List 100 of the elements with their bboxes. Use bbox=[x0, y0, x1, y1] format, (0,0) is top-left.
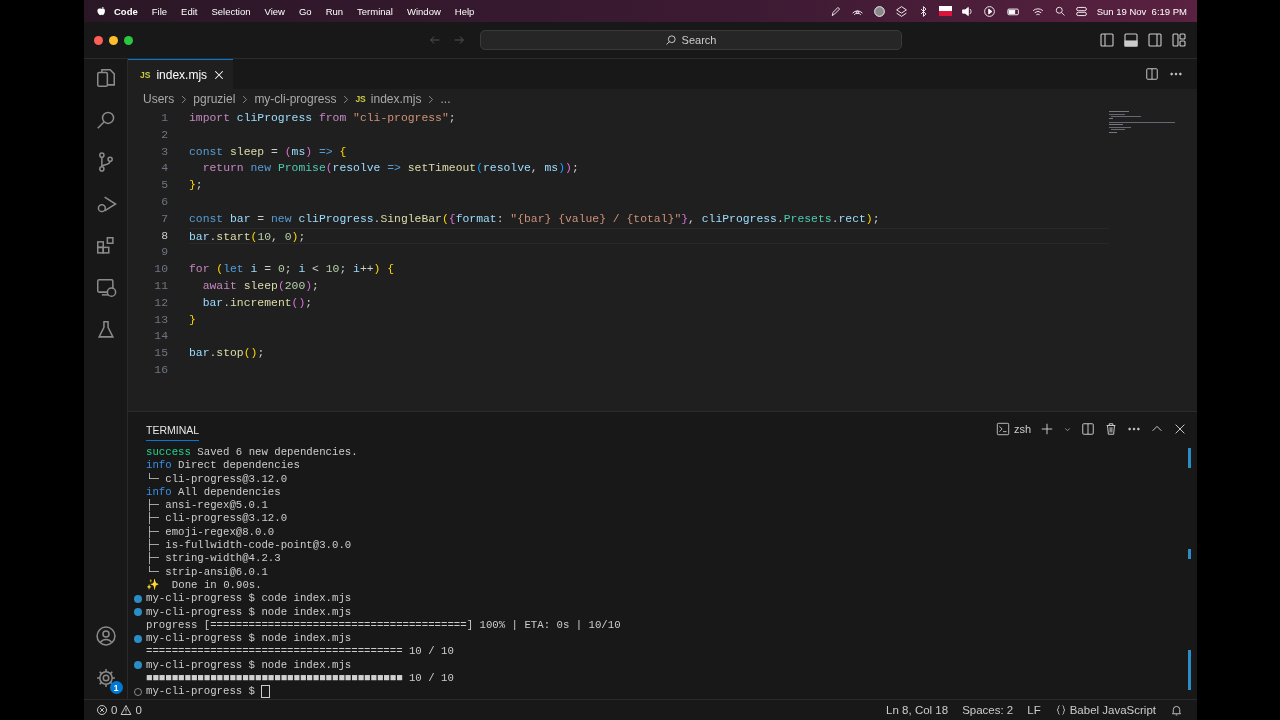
play-icon[interactable] bbox=[982, 4, 996, 18]
files-icon[interactable] bbox=[94, 67, 117, 89]
line-number: 16 bbox=[154, 362, 169, 378]
menu-item[interactable]: Run bbox=[318, 5, 351, 17]
menu-item[interactable]: Go bbox=[291, 5, 319, 17]
terminal-line: progress [========================================] 100% | ETA: 0s | 10/10 bbox=[146, 618, 621, 633]
problems-indicator[interactable]: 0 0 bbox=[96, 704, 142, 716]
pen-icon[interactable] bbox=[828, 4, 842, 18]
code-line: const sleep = (ms) => { bbox=[189, 144, 347, 160]
terminal-line: ├─ ansi-regex@5.0.1 bbox=[146, 499, 268, 513]
notification-badge: 1 bbox=[109, 681, 123, 694]
success-dot bbox=[134, 608, 142, 617]
success-dot bbox=[134, 594, 142, 603]
terminal-line: ├─ is-fullwidth-code-point@3.0.0 bbox=[146, 539, 352, 553]
success-dot bbox=[134, 661, 142, 670]
status-item[interactable]: Ln 8, Col 18 bbox=[886, 704, 949, 716]
terminal-line: info Direct dependencies bbox=[146, 459, 300, 473]
success-dot bbox=[134, 634, 142, 643]
breadcrumb-item[interactable]: pgruziel bbox=[193, 92, 236, 106]
menu-item[interactable]: Selection bbox=[204, 5, 258, 17]
line-number: 14 bbox=[154, 329, 169, 345]
terminal-line: └─ strip-ansi@6.0.1 bbox=[146, 565, 268, 579]
trash-icon[interactable] bbox=[1104, 422, 1118, 436]
search-icon[interactable] bbox=[1053, 5, 1066, 17]
zoom-window-button[interactable] bbox=[124, 35, 133, 45]
terminal-line: ├─ cli-progress@3.12.0 bbox=[146, 512, 288, 525]
line-number: 1 bbox=[161, 111, 169, 126]
close-icon[interactable] bbox=[213, 68, 226, 81]
code-line: } bbox=[189, 312, 196, 328]
menu-item[interactable]: View bbox=[257, 5, 292, 17]
minimize-window-button[interactable] bbox=[109, 35, 118, 45]
menu-item[interactable]: Window bbox=[400, 5, 448, 17]
extensions-icon[interactable] bbox=[94, 235, 117, 257]
plus-icon[interactable] bbox=[1040, 422, 1054, 436]
minimap-drawing[interactable] bbox=[1109, 111, 1175, 133]
terminal-line: └─ cli-progress@3.12.0 bbox=[146, 472, 288, 486]
toggle-icon[interactable] bbox=[1074, 4, 1088, 18]
terminal-line: success Saved 6 new dependencies. bbox=[146, 446, 358, 460]
code-line: for (let i = 0; i < 10; i++) { bbox=[189, 262, 395, 278]
layers-icon[interactable] bbox=[894, 4, 908, 18]
code-line: const bar = new cliProgress.SingleBar({format: "{bar} {value} / {total}"}, cliProgress.Presets.rect); bbox=[189, 211, 880, 227]
breadcrumb-item[interactable]: ... bbox=[440, 92, 451, 106]
breadcrumb-item[interactable]: JS index.mjs bbox=[355, 92, 422, 106]
error-count: 0 bbox=[111, 704, 118, 716]
terminal-line: my-cli-progress $ node index.mjs bbox=[146, 658, 352, 673]
line-number: 10 bbox=[154, 262, 169, 278]
terminal-line: my-cli-progress $ node index.mjs bbox=[146, 605, 352, 619]
breadcrumb-item[interactable]: my-cli-progress bbox=[254, 92, 337, 106]
terminal-selector[interactable]: zsh bbox=[995, 422, 1031, 436]
status-item[interactable]: LF bbox=[1027, 704, 1041, 716]
code-line: }; bbox=[189, 178, 203, 194]
warning-count: 0 bbox=[135, 704, 142, 716]
editor-tab[interactable]: JS index.mjs bbox=[128, 59, 234, 89]
app-menu[interactable]: Code bbox=[107, 5, 145, 17]
braces-icon bbox=[1054, 704, 1067, 716]
code-line: bar.increment(); bbox=[201, 295, 313, 311]
language-mode[interactable]: Babel JavaScript bbox=[1054, 704, 1156, 716]
code-line: bar.start(10, 0); bbox=[189, 229, 306, 244]
code-line: import cliProgress from "cli-progress"; bbox=[189, 111, 456, 126]
menu-item[interactable]: Terminal bbox=[350, 5, 400, 17]
account-icon[interactable] bbox=[94, 625, 117, 647]
secondary-sidebar-icon[interactable] bbox=[1147, 32, 1163, 48]
terminal-line: my-cli-progress $ bbox=[146, 685, 257, 699]
line-number: 2 bbox=[161, 127, 169, 143]
bell-icon[interactable] bbox=[1170, 703, 1183, 717]
apple-icon[interactable] bbox=[96, 5, 107, 17]
sidebar-toggle-icon[interactable] bbox=[1099, 32, 1115, 48]
breadcrumb-item[interactable]: Users bbox=[143, 92, 175, 106]
split-editor-icon[interactable] bbox=[1145, 67, 1159, 81]
panel-tab[interactable]: TERMINAL bbox=[146, 417, 200, 441]
menu-item[interactable]: File bbox=[144, 5, 175, 17]
close-window-button[interactable] bbox=[94, 35, 103, 45]
split-terminal-icon[interactable] bbox=[1081, 422, 1095, 436]
line-number: 11 bbox=[154, 278, 169, 294]
terminal-line: ✨ Done in 0.90s. bbox=[146, 578, 262, 593]
flag-icon[interactable] bbox=[938, 6, 952, 16]
settings-icon[interactable] bbox=[94, 667, 117, 689]
terminal-line: ├─ string-width@4.2.3 bbox=[146, 552, 281, 565]
layout-icon[interactable] bbox=[1171, 32, 1187, 48]
search-field[interactable]: Search bbox=[480, 30, 902, 50]
terminal-line: ■■■■■■■■■■■■■■■■■■■■■■■■■■■■■■■■■■■■■■■■ 10 / 10 bbox=[146, 672, 454, 686]
line-number: 12 bbox=[154, 295, 169, 311]
menu-item[interactable]: Edit bbox=[174, 5, 205, 17]
line-number: 8 bbox=[161, 228, 169, 244]
line-number: 5 bbox=[161, 178, 169, 194]
search-icon[interactable] bbox=[94, 109, 117, 131]
code-line: return new Promise(resolve => setTimeout(resolve, ms)); bbox=[201, 161, 579, 177]
remote-explorer-icon[interactable] bbox=[94, 277, 117, 299]
status-item[interactable]: Spaces: 2 bbox=[962, 704, 1014, 716]
terminal-line: ======================================== 10 / 10 bbox=[146, 645, 454, 659]
speaker-icon[interactable] bbox=[960, 4, 974, 18]
clock[interactable]: Sun 19 Nov 6:19 PM bbox=[1096, 5, 1187, 17]
line-number: 9 bbox=[161, 245, 169, 261]
search-icon bbox=[665, 34, 677, 46]
panel-toggle-icon[interactable] bbox=[1123, 32, 1139, 48]
menu-item[interactable]: Help bbox=[447, 5, 482, 17]
terminal-line: my-cli-progress $ code index.mjs bbox=[146, 592, 352, 606]
close-icon[interactable] bbox=[1173, 422, 1187, 436]
warning-icon bbox=[120, 704, 133, 716]
terminal-line: ├─ emoji-regex@8.0.0 bbox=[146, 525, 275, 540]
